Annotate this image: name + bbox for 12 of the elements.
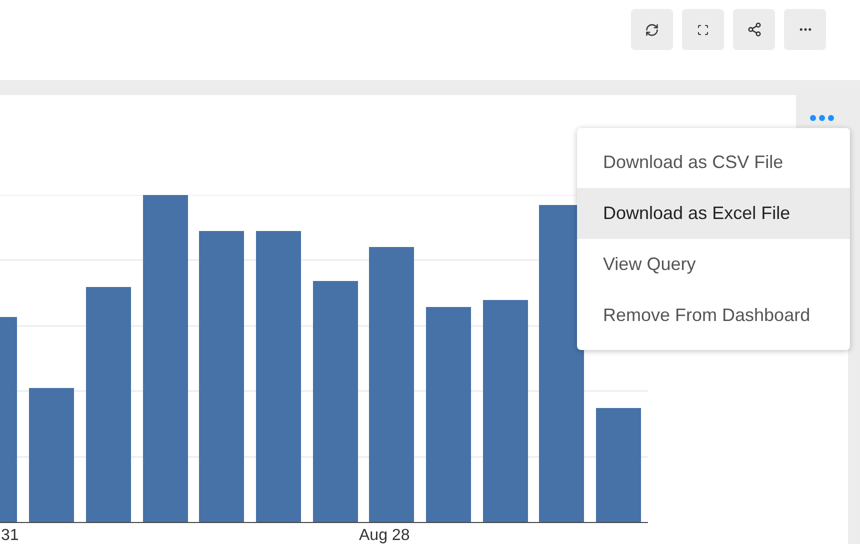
share-button[interactable] [733, 9, 775, 50]
axis-label: Aug 28 [359, 529, 410, 543]
refresh-icon [645, 22, 659, 36]
menu-item[interactable]: Download as CSV File [577, 137, 850, 188]
menu-item[interactable]: Download as Excel File [577, 188, 850, 239]
menu-item[interactable]: View Query [577, 239, 850, 290]
axis-label: 31 [1, 529, 19, 543]
fullscreen-icon [697, 24, 709, 36]
menu-item[interactable]: Remove From Dashboard [577, 290, 850, 341]
share-icon [746, 22, 762, 37]
refresh-button[interactable] [631, 9, 673, 50]
more-icon [810, 114, 834, 120]
